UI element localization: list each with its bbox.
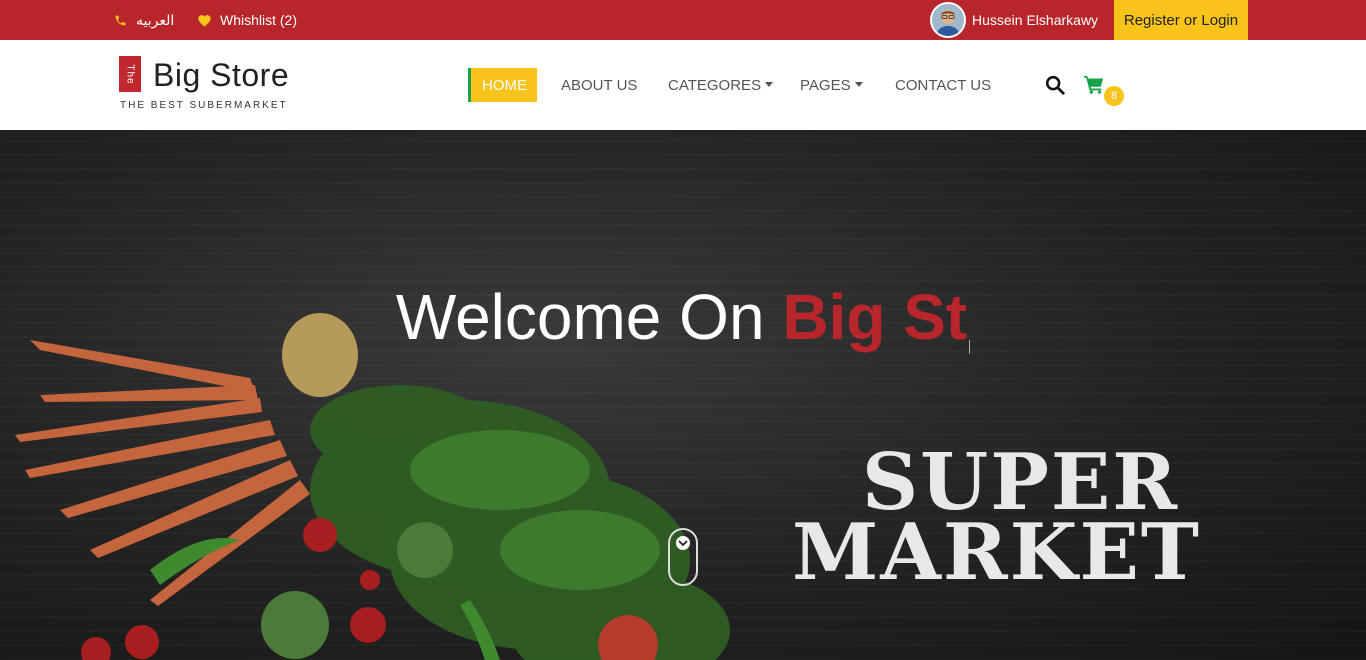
nav-categories[interactable]: CATEGORES <box>668 68 774 102</box>
user-menu[interactable]: Hussein Elsharkawy <box>930 2 1098 38</box>
scroll-down-button[interactable] <box>668 528 698 586</box>
logo-tagline: THE BEST SUBERMARKET <box>120 100 288 111</box>
hero-welcome-heading: Welcome On Big St <box>0 280 1366 354</box>
nav-home[interactable]: HOME <box>468 68 537 102</box>
nav-about-us[interactable]: ABOUT US <box>561 68 637 102</box>
avatar <box>930 2 966 38</box>
hero-banner: Welcome On Big St SUPER MARKET <box>0 130 1366 660</box>
heart-icon <box>196 12 212 28</box>
wishlist-label: Whishlist (2) <box>220 12 298 28</box>
language-label: العربيه <box>136 11 175 28</box>
vegetables-image <box>15 313 730 660</box>
nav-categories-label: CATEGORES <box>668 76 762 94</box>
sign-line-2: MARKET <box>792 507 1201 598</box>
nav-pages-label: PAGES <box>800 76 851 94</box>
cart-count-badge: 8 <box>1104 86 1124 106</box>
logo-tag-text: The <box>124 63 136 85</box>
top-bar: العربيه Whishlist (2) Hussein Elsharkawy… <box>0 0 1366 40</box>
logo-title[interactable]: Big Store <box>153 57 289 94</box>
welcome-prefix: Welcome On <box>395 281 783 353</box>
typing-cursor <box>969 340 971 354</box>
main-header: The Big Store THE BEST SUBERMARKET HOME … <box>0 40 1366 130</box>
caret-down-icon <box>854 81 863 87</box>
welcome-highlight: Big St <box>782 281 968 353</box>
user-name: Hussein Elsharkawy <box>972 12 1099 28</box>
wishlist-link[interactable]: Whishlist (2) <box>196 0 297 40</box>
cart-icon[interactable] <box>1083 74 1105 94</box>
nav-pages[interactable]: PAGES <box>800 68 863 102</box>
search-icon[interactable] <box>1044 74 1066 96</box>
chevron-down-icon <box>676 536 690 550</box>
language-switch[interactable]: العربيه <box>112 0 174 40</box>
caret-down-icon <box>765 81 774 87</box>
phone-icon <box>112 12 128 28</box>
nav-contact-us[interactable]: CONTACT US <box>895 68 991 102</box>
logo-tag[interactable]: The <box>119 56 141 92</box>
register-login-button[interactable]: Register or Login <box>1114 0 1248 40</box>
supermarket-sign: SUPER MARKET <box>792 444 1201 592</box>
